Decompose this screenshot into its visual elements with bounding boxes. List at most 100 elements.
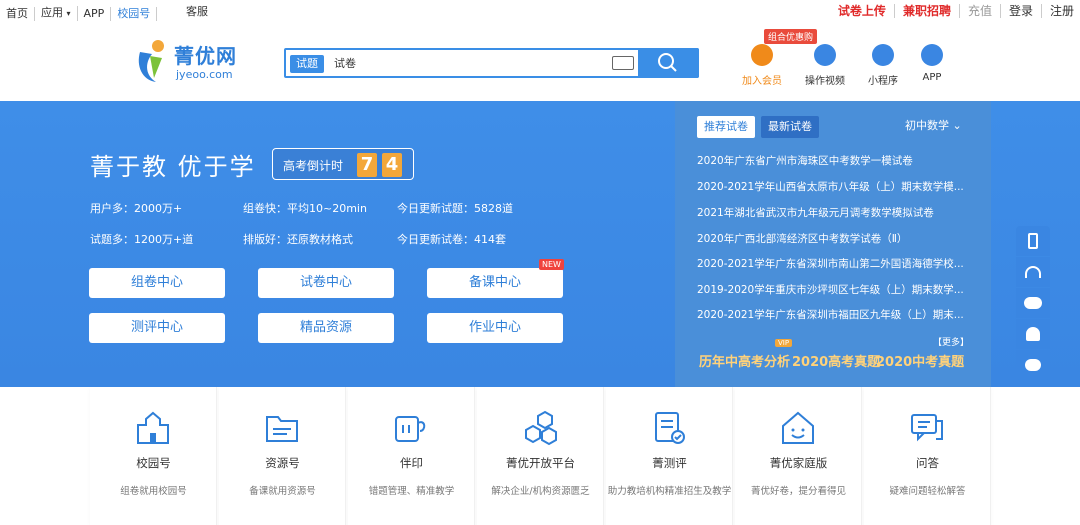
- top-nav-left: 首页 应用 ▾ APP 校园号: [6, 6, 158, 21]
- subject-select[interactable]: 初中数学 ⌄: [905, 117, 962, 133]
- checklist-icon: [655, 412, 685, 444]
- card-qa[interactable]: 问答 疑难问题轻松解答: [864, 387, 991, 525]
- hero-slogan: 菁于教 优于学: [90, 153, 256, 181]
- recharge-link[interactable]: 充值: [960, 4, 1001, 18]
- nav-customer-service[interactable]: 客服: [186, 3, 208, 19]
- headset-icon: [1025, 266, 1041, 278]
- user-icon: [1026, 327, 1040, 341]
- card-family[interactable]: 菁优家庭版 菁优好卷，提分看得见: [735, 387, 862, 525]
- card-campus[interactable]: 校园号 组卷就用校园号: [90, 387, 217, 525]
- nav-app[interactable]: APP: [78, 6, 112, 21]
- phone-icon: [1028, 233, 1038, 249]
- tab-recommended[interactable]: 推荐试卷: [697, 116, 755, 138]
- paper-link[interactable]: 2020-2021学年广东省深圳市南山第二外国语海德学校...: [697, 256, 967, 271]
- compose-center-button[interactable]: 组卷中心: [89, 268, 225, 298]
- card-resources[interactable]: 资源号 备课就用资源号: [219, 387, 346, 525]
- wechat-icon: [1024, 297, 1042, 309]
- promo-badge[interactable]: 组合优惠购: [764, 29, 818, 44]
- subject-label: 初中数学: [905, 119, 949, 132]
- crown-icon: [751, 44, 773, 66]
- site-logo[interactable]: 菁优网 jyeoo.com: [132, 38, 252, 86]
- paper-link[interactable]: 2021年湖北省武汉市九年级元月调考数学模拟试卷: [697, 205, 967, 220]
- phone-icon: [921, 44, 943, 66]
- stat-questions: 试题多：1200万+道: [90, 233, 194, 246]
- printer-icon: [395, 416, 426, 442]
- paper-link[interactable]: 2020年广东省广州市海珠区中考数学一模试卷: [697, 153, 967, 168]
- play-icon: [814, 44, 836, 66]
- search-tab-questions[interactable]: 试题: [290, 55, 324, 73]
- tab-latest[interactable]: 最新试卷: [761, 116, 819, 138]
- card-title: 问答: [916, 456, 939, 470]
- assessment-center-button[interactable]: 测评中心: [89, 313, 225, 343]
- card-title: 菁优开放平台: [506, 456, 575, 470]
- countdown-digit: 4: [382, 153, 402, 177]
- logo-mark-icon: [138, 40, 164, 82]
- recruit-link[interactable]: 兼职招聘: [895, 4, 960, 18]
- vip-badge: VIP: [775, 339, 793, 347]
- search-button[interactable]: [638, 48, 699, 78]
- exam-analysis-link[interactable]: 历年中高考分析: [699, 351, 790, 370]
- chat-bubble-icon: [911, 414, 943, 442]
- new-badge: NEW: [539, 259, 564, 270]
- stat-questions-today: 今日更新试题：5828道: [397, 202, 513, 215]
- search-input[interactable]: [364, 53, 604, 73]
- side-weibo-button[interactable]: [1016, 350, 1050, 380]
- card-open-platform[interactable]: 菁优开放平台 解决企业/机构资源匮乏: [477, 387, 604, 525]
- join-member-button[interactable]: 加入会员: [732, 44, 792, 87]
- chevron-down-icon: ▾: [66, 9, 71, 18]
- card-title: 资源号: [265, 456, 300, 470]
- premium-resources-button[interactable]: 精品资源: [258, 313, 394, 343]
- paper-link[interactable]: 2020年广西北部湾经济区中考数学试卷（Ⅱ）: [697, 231, 967, 246]
- lesson-prep-button[interactable]: 备课中心: [427, 268, 563, 298]
- search-box: 试题 试卷: [284, 48, 699, 78]
- tutorial-video-button[interactable]: 操作视频: [795, 44, 855, 87]
- card-title: 校园号: [136, 456, 171, 470]
- upload-paper-link[interactable]: 试卷上传: [830, 4, 895, 18]
- logo-text-en: jyeoo.com: [176, 68, 233, 81]
- card-title: 伴印: [400, 456, 423, 470]
- card-title: 菁测评: [652, 456, 687, 470]
- side-phone-button[interactable]: [1016, 226, 1050, 256]
- card-assessment[interactable]: 菁测评 助力教培机构精准招生及教学: [606, 387, 733, 525]
- join-member-label: 加入会员: [742, 76, 782, 87]
- side-headset-button[interactable]: [1016, 257, 1050, 287]
- card-subtitle: 菁优好卷，提分看得见: [750, 486, 846, 497]
- top-nav-right: 试卷上传 兼职招聘 充值 登录 注册: [830, 4, 1074, 18]
- paper-center-button[interactable]: 试卷中心: [258, 268, 394, 298]
- login-link[interactable]: 登录: [1001, 4, 1042, 18]
- side-wechat-button[interactable]: [1016, 288, 1050, 318]
- side-user-button[interactable]: [1016, 319, 1050, 349]
- keyboard-icon[interactable]: [612, 56, 634, 70]
- card-subtitle: 解决企业/机构资源匮乏: [491, 486, 590, 497]
- search-tab-papers[interactable]: 试卷: [328, 55, 362, 73]
- zhongkao-2020-link[interactable]: 2020中考真题: [876, 351, 964, 370]
- search-icon: [658, 53, 677, 72]
- card-title: 菁优家庭版: [769, 456, 828, 470]
- stat-layout: 排版好：还原教材格式: [243, 233, 353, 246]
- stat-papers-today: 今日更新试卷：414套: [397, 233, 506, 246]
- gaokao-2020-link[interactable]: 2020高考真题: [792, 351, 880, 370]
- paper-link[interactable]: 2020-2021学年广东省深圳市福田区九年级（上）期末...: [697, 307, 967, 322]
- feature-cards: 校园号 组卷就用校园号 资源号 备课就用资源号 伴印 错题管理、精准教学 菁优开…: [90, 387, 991, 525]
- nav-apps-label: 应用: [41, 6, 63, 19]
- card-subtitle: 错题管理、精准教学: [368, 486, 455, 497]
- paper-link[interactable]: 2020-2021学年山西省太原市八年级（上）期末数学模...: [697, 179, 967, 194]
- logo-text-cn: 菁优网: [174, 44, 237, 68]
- register-link[interactable]: 注册: [1042, 4, 1074, 18]
- card-subtitle: 组卷就用校园号: [120, 486, 187, 497]
- paper-link[interactable]: 2019-2020学年重庆市沙坪坝区七年级（上）期末数学...: [697, 282, 967, 297]
- homework-center-button[interactable]: 作业中心: [427, 313, 563, 343]
- school-icon: [137, 411, 169, 444]
- mini-program-icon: [872, 44, 894, 66]
- card-banyin[interactable]: 伴印 错题管理、精准教学: [348, 387, 475, 525]
- exam-countdown: 高考倒计时 7 4: [272, 148, 414, 180]
- app-download-button[interactable]: APP: [902, 44, 962, 83]
- home-smile-icon: [782, 411, 814, 444]
- card-subtitle: 疑难问题轻松解答: [889, 486, 966, 497]
- nav-apps[interactable]: 应用 ▾: [35, 6, 78, 21]
- stat-users: 用户多：2000万+: [90, 202, 183, 215]
- countdown-digit: 7: [357, 153, 377, 177]
- more-link[interactable]: 【更多】: [933, 335, 969, 348]
- nav-home[interactable]: 首页: [6, 6, 35, 21]
- nav-campus[interactable]: 校园号: [111, 6, 158, 21]
